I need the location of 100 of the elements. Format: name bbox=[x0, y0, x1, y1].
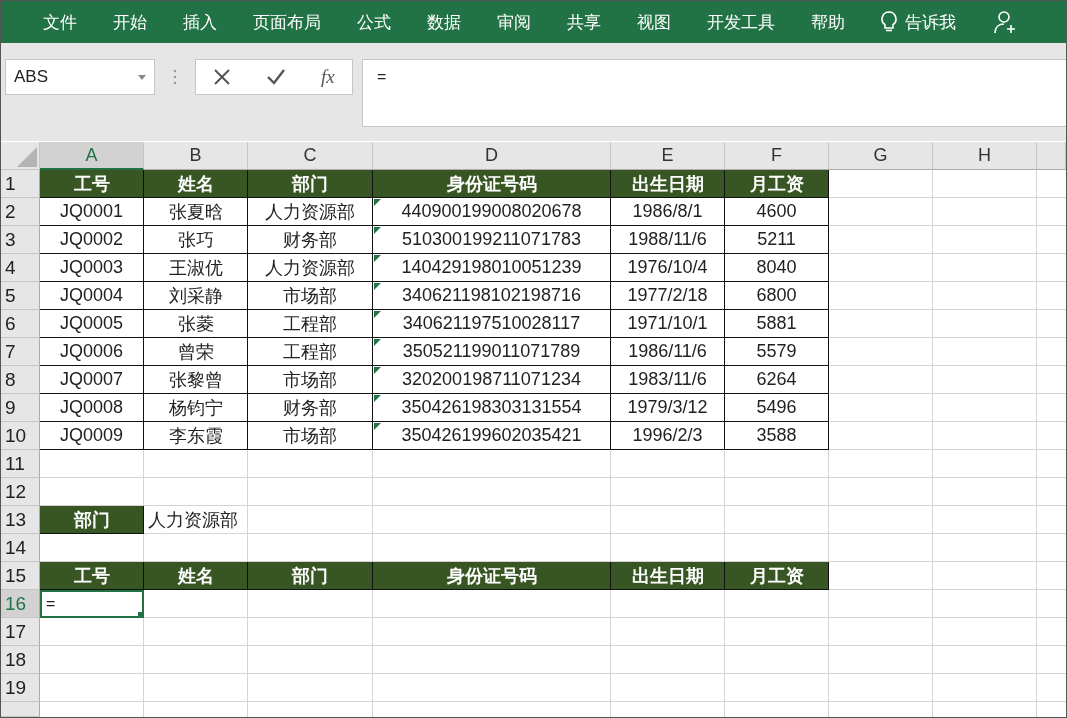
insert-function-button[interactable]: fx bbox=[320, 66, 335, 88]
cell-text: 350521199011071789 bbox=[402, 341, 581, 362]
cell-text: 350426198303131554 bbox=[401, 397, 582, 418]
ribbon-tab[interactable]: 公式 bbox=[339, 10, 409, 34]
row-header[interactable]: 7 bbox=[1, 338, 40, 366]
row-header[interactable]: 14 bbox=[1, 534, 40, 562]
table-cell: JQ0001 bbox=[40, 198, 144, 226]
cell-text: 340621197510028117 bbox=[402, 313, 581, 334]
table-cell: 1988/11/6 bbox=[611, 226, 725, 254]
table-cell: 5496 bbox=[725, 394, 829, 422]
row-header[interactable]: 19 bbox=[1, 674, 40, 702]
ribbon-tab[interactable]: 共享 bbox=[549, 10, 619, 34]
tell-me-button[interactable]: 告诉我 bbox=[873, 10, 964, 34]
table-cell: JQ0002 bbox=[40, 226, 144, 254]
row-header[interactable]: 8 bbox=[1, 366, 40, 394]
table-cell: 人力资源部 bbox=[144, 506, 248, 534]
column-header[interactable]: A bbox=[40, 142, 144, 170]
header-cell: 姓名 bbox=[144, 170, 248, 198]
table-cell: 杨钧宁 bbox=[144, 394, 248, 422]
cell-text: 510300199211071783 bbox=[402, 229, 581, 250]
row-header[interactable]: 4 bbox=[1, 254, 40, 282]
table-cell: 李东霞 bbox=[144, 422, 248, 450]
cell-text: 350426199602035421 bbox=[401, 425, 582, 446]
column-header[interactable]: E bbox=[611, 142, 725, 170]
formula-input[interactable]: = bbox=[362, 59, 1066, 127]
table-cell: 1977/2/18 bbox=[611, 282, 725, 310]
table-cell: 人力资源部 bbox=[248, 198, 373, 226]
row-header[interactable]: 13 bbox=[1, 506, 40, 534]
table-cell: JQ0009 bbox=[40, 422, 144, 450]
row-header[interactable]: 18 bbox=[1, 646, 40, 674]
table-cell: 财务部 bbox=[248, 394, 373, 422]
ribbon-tab[interactable]: 文件 bbox=[25, 10, 95, 34]
row-header[interactable]: 11 bbox=[1, 450, 40, 478]
table-cell: 5211 bbox=[725, 226, 829, 254]
table-cell: 1971/10/1 bbox=[611, 310, 725, 338]
column-header[interactable]: D bbox=[373, 142, 611, 170]
table-cell: 6800 bbox=[725, 282, 829, 310]
table-cell: 人力资源部 bbox=[248, 254, 373, 282]
row-header[interactable]: 16 bbox=[1, 590, 40, 618]
checkmark-icon[interactable] bbox=[266, 68, 287, 86]
column-header[interactable]: B bbox=[144, 142, 248, 170]
table-cell: 市场部 bbox=[248, 282, 373, 310]
ribbon-tab[interactable]: 数据 bbox=[409, 10, 479, 34]
name-box[interactable]: ABS bbox=[5, 59, 155, 95]
table-cell: 张黎曾 bbox=[144, 366, 248, 394]
table-cell: 1976/10/4 bbox=[611, 254, 725, 282]
column-header[interactable]: H bbox=[933, 142, 1037, 170]
error-indicator-icon bbox=[374, 311, 381, 318]
ribbon-tab[interactable]: 开发工具 bbox=[689, 10, 793, 34]
row-header[interactable]: 1 bbox=[1, 170, 40, 198]
table-cell: 张菱 bbox=[144, 310, 248, 338]
cancel-icon[interactable] bbox=[213, 68, 232, 86]
row-header[interactable]: 5 bbox=[1, 282, 40, 310]
table-cell: 6264 bbox=[725, 366, 829, 394]
row-header[interactable]: 15 bbox=[1, 562, 40, 590]
cell-editor[interactable]: = bbox=[40, 590, 144, 618]
row-header[interactable]: 10 bbox=[1, 422, 40, 450]
table-cell: 张夏晗 bbox=[144, 198, 248, 226]
row-header[interactable]: 2 bbox=[1, 198, 40, 226]
row-header[interactable]: 17 bbox=[1, 618, 40, 646]
column-header[interactable]: C bbox=[248, 142, 373, 170]
ribbon-tab[interactable]: 帮助 bbox=[793, 10, 863, 34]
header-cell: 身份证号码 bbox=[373, 170, 611, 198]
table-cell: 1986/8/1 bbox=[611, 198, 725, 226]
table-cell: JQ0005 bbox=[40, 310, 144, 338]
table-cell: 工程部 bbox=[248, 338, 373, 366]
ribbon-tab[interactable]: 视图 bbox=[619, 10, 689, 34]
error-indicator-icon bbox=[374, 423, 381, 430]
add-person-icon[interactable] bbox=[994, 10, 1018, 34]
ribbon-tab[interactable]: 页面布局 bbox=[235, 10, 339, 34]
row-header[interactable]: 12 bbox=[1, 478, 40, 506]
table-cell: 1986/11/6 bbox=[611, 338, 725, 366]
error-indicator-icon bbox=[374, 395, 381, 402]
lightbulb-icon bbox=[881, 11, 897, 33]
row-header[interactable]: 3 bbox=[1, 226, 40, 254]
table-cell: 张巧 bbox=[144, 226, 248, 254]
table-cell: 曾荣 bbox=[144, 338, 248, 366]
ribbon-tab[interactable]: 开始 bbox=[95, 10, 165, 34]
header-cell: 部门 bbox=[248, 562, 373, 590]
header-cell: 姓名 bbox=[144, 562, 248, 590]
error-indicator-icon bbox=[374, 367, 381, 374]
error-indicator-icon bbox=[374, 283, 381, 290]
row-header[interactable]: 6 bbox=[1, 310, 40, 338]
ribbon-tab[interactable]: 审阅 bbox=[479, 10, 549, 34]
table-cell: 1979/3/12 bbox=[611, 394, 725, 422]
table-cell: 市场部 bbox=[248, 366, 373, 394]
table-cell: 刘采静 bbox=[144, 282, 248, 310]
column-header[interactable]: G bbox=[829, 142, 933, 170]
table-cell: 5579 bbox=[725, 338, 829, 366]
ribbon-tab[interactable]: 插入 bbox=[165, 10, 235, 34]
header-cell: 部门 bbox=[248, 170, 373, 198]
column-header[interactable]: F bbox=[725, 142, 829, 170]
table-cell: JQ0004 bbox=[40, 282, 144, 310]
dropdown-caret-icon bbox=[138, 74, 146, 80]
table-cell: 3588 bbox=[725, 422, 829, 450]
header-cell: 身份证号码 bbox=[373, 562, 611, 590]
table-cell: 1996/2/3 bbox=[611, 422, 725, 450]
table-cell: 5881 bbox=[725, 310, 829, 338]
table-cell: JQ0008 bbox=[40, 394, 144, 422]
row-header[interactable]: 9 bbox=[1, 394, 40, 422]
